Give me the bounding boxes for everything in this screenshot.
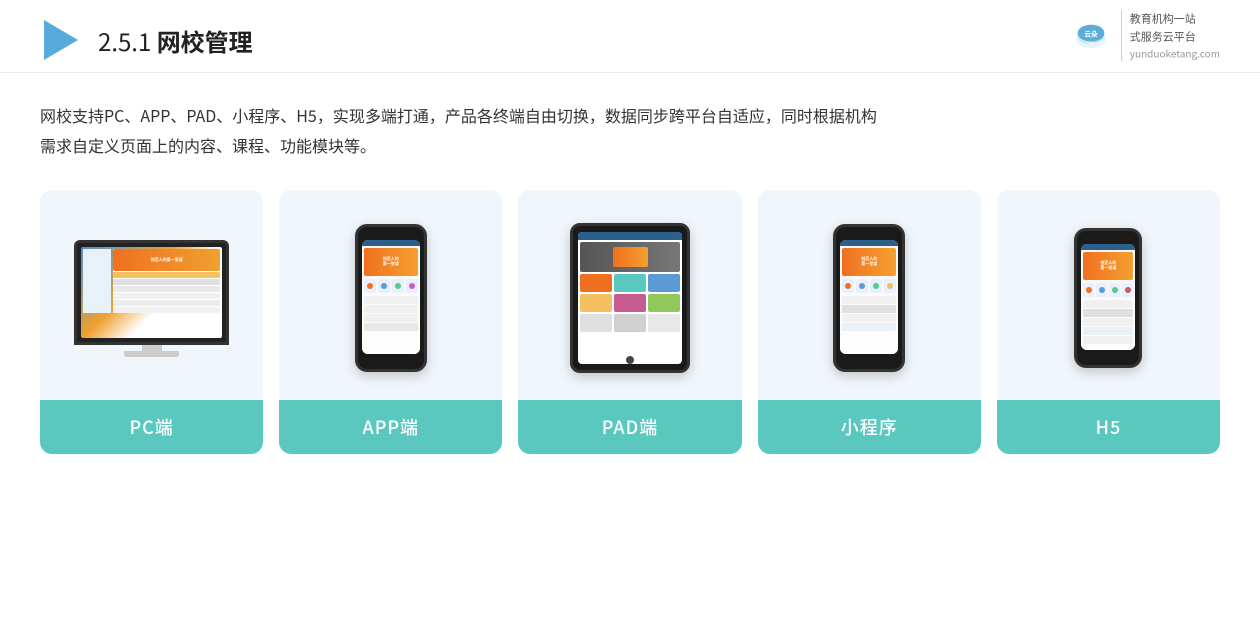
description-block: 网校支持PC、APP、PAD、小程序、H5，实现多端打通，产品各终端自由切换，数… [0,73,1260,170]
app-image-area: 创造人的第一堂课 [279,190,502,400]
svg-text:云朵: 云朵 [1084,28,1098,38]
page-title: 2.5.1 网校管理 [98,23,253,58]
app-label: APP端 [279,400,502,454]
miniprogram-label: 小程序 [758,400,981,454]
description-line2: 需求自定义页面上的内容、课程、功能模块等。 [40,131,1220,161]
device-card-app: 创造人的第一堂课 [279,190,502,454]
h5-image-area: 创造人的第一堂课 [997,190,1220,400]
pc-label: PC端 [40,400,263,454]
miniprogram-phone-mockup: 创造人的第一堂课 [833,224,905,372]
device-card-pc: 创造人的第一堂课 [40,190,263,454]
pad-image-area [518,190,741,400]
device-card-h5: 创造人的第一堂课 [997,190,1220,454]
device-card-miniprogram: 创造人的第一堂课 [758,190,981,454]
pc-mockup: 创造人的第一堂课 [74,240,229,357]
description-line1: 网校支持PC、APP、PAD、小程序、H5，实现多端打通，产品各终端自由切换，数… [40,101,1220,131]
brand-logo: 云朵 教育机构一站 式服务云平台 yunduoketang.com [1071,10,1220,61]
page-header: 2.5.1 网校管理 云朵 教育机构一站 式服务云平台 yunduoketang… [0,0,1260,73]
pc-image-area: 创造人的第一堂课 [40,190,263,400]
miniprogram-image-area: 创造人的第一堂课 [758,190,981,400]
h5-phone-mockup: 创造人的第一堂课 [1074,228,1142,368]
yunduoketang-icon: 云朵 [1071,16,1111,56]
app-phone-mockup: 创造人的第一堂课 [355,224,427,372]
pc-screen: 创造人的第一堂课 [74,240,229,345]
device-cards-section: 创造人的第一堂课 [0,170,1260,484]
pad-tablet-mockup [570,223,690,373]
page-container: 2.5.1 网校管理 云朵 教育机构一站 式服务云平台 yunduoketang… [0,0,1260,630]
page-logo-icon [40,18,80,62]
pad-label: PAD端 [518,400,741,454]
h5-label: H5 [997,400,1220,454]
device-card-pad: PAD端 [518,190,741,454]
brand-info: 教育机构一站 式服务云平台 yunduoketang.com [1121,10,1220,61]
